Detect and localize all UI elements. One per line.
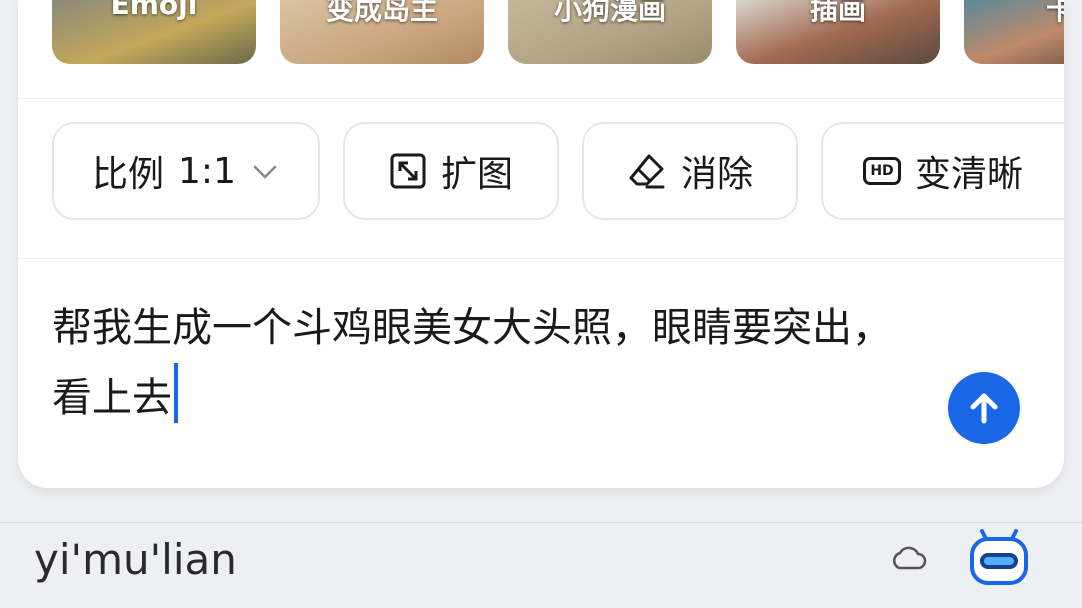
style-card-emoji[interactable]: Emoji <box>52 0 256 64</box>
ratio-dropdown[interactable]: 比例 1:1 <box>52 122 320 220</box>
expand-label: 扩图 <box>440 154 513 195</box>
style-card-label: 小狗漫画 <box>553 0 666 26</box>
style-card-label: Emoji <box>110 0 198 21</box>
style-card-island[interactable]: 变成岛主 <box>280 0 484 64</box>
ratio-value: 1:1 <box>178 150 236 192</box>
erase-button[interactable]: 消除 <box>582 122 798 220</box>
text-caret <box>174 363 178 423</box>
arrow-up-icon <box>970 393 998 424</box>
style-card-label: 插画 <box>809 0 866 26</box>
erase-label: 消除 <box>680 154 753 195</box>
style-card-label: 变成岛主 <box>325 0 438 26</box>
prompt-text: 帮我生成一个斗鸡眼美女大头照，眼睛要突出，看上去 <box>52 305 892 421</box>
prompt-area[interactable]: 帮我生成一个斗鸡眼美女大头照，眼睛要突出，看上去 <box>18 259 1064 488</box>
assistant-robot-icon[interactable] <box>968 527 1030 587</box>
ime-pinyin: yi'mu'lian <box>34 535 237 584</box>
expand-button[interactable]: 扩图 <box>343 122 559 220</box>
style-card-illustration[interactable]: 插画 <box>736 0 940 64</box>
ratio-label: 比例 <box>92 154 165 195</box>
hd-icon: HD <box>863 157 901 185</box>
style-preset-row: Emoji 变成岛主 小狗漫画 插画 卡 <box>18 0 1064 99</box>
send-button[interactable] <box>948 372 1020 444</box>
style-card-label: 卡 <box>1045 0 1064 26</box>
cloud-icon[interactable] <box>888 543 928 573</box>
composer-panel: Emoji 变成岛主 小狗漫画 插画 卡 比例 1:1 扩图 消除 HD 变清晰… <box>18 0 1064 488</box>
tool-row: 比例 1:1 扩图 消除 HD 变清晰 <box>18 98 1064 259</box>
enhance-label: 变清晰 <box>915 154 1024 195</box>
chevron-down-icon <box>253 165 277 179</box>
style-card-cartoon[interactable]: 卡 <box>964 0 1064 64</box>
enhance-button[interactable]: HD 变清晰 <box>821 122 1064 220</box>
ime-candidate-bar: yi'mu'lian <box>0 522 1082 608</box>
eraser-icon <box>629 154 665 189</box>
expand-icon <box>390 153 426 189</box>
style-card-dog-comic[interactable]: 小狗漫画 <box>508 0 712 64</box>
prompt-input[interactable]: 帮我生成一个斗鸡眼美女大头照，眼睛要突出，看上去 <box>52 293 902 433</box>
hd-badge-text: HD <box>870 163 894 179</box>
